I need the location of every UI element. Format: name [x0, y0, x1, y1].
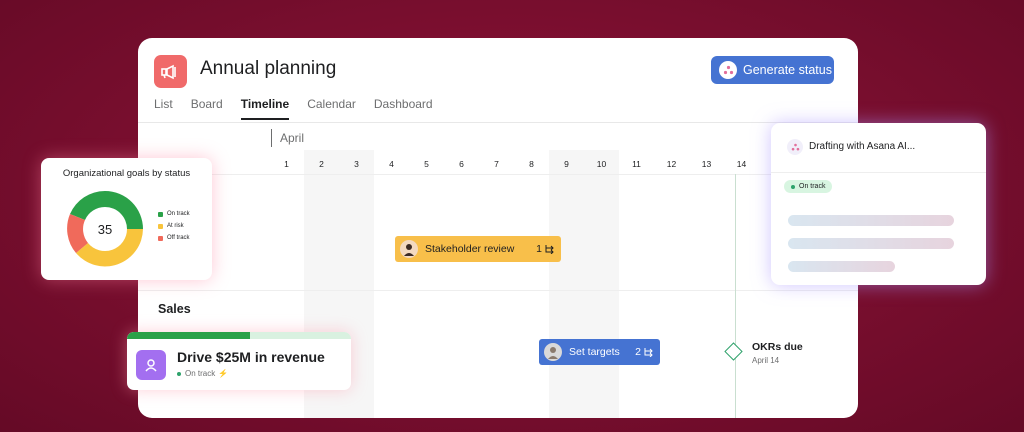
goal-card[interactable]: Drive $25M in revenue On track ⚡: [127, 332, 351, 390]
milestone-date: April 14: [752, 356, 780, 365]
subtask-count: 2: [635, 346, 641, 358]
legend-item: Off track: [158, 235, 190, 241]
sparkle-icon: [719, 61, 737, 79]
grid-header-divider: [138, 174, 858, 175]
subtask-count: 1: [536, 243, 542, 255]
ai-card-title: Drafting with Asana AI...: [809, 141, 916, 152]
day-number: 10: [596, 159, 607, 169]
task-bar-stakeholder-review[interactable]: Stakeholder review 1: [395, 236, 561, 262]
loading-placeholder-line: [788, 261, 895, 272]
day-number: 5: [424, 159, 429, 169]
day-number: 3: [354, 159, 359, 169]
day-number: 9: [564, 159, 569, 169]
day-column-weekend: [549, 150, 584, 418]
legend-item: At risk: [158, 223, 190, 229]
goals-by-status-widget[interactable]: Organizational goals by status 35 On tra…: [41, 158, 212, 280]
goal-status: On track ⚡: [177, 369, 228, 378]
subtask-icon: [545, 245, 554, 254]
loading-placeholder-line: [788, 238, 954, 249]
project-title: Annual planning: [200, 58, 337, 79]
legend-label: At risk: [167, 223, 184, 229]
goals-donut-chart: 35: [67, 190, 143, 267]
milestone-title[interactable]: OKRs due: [752, 341, 803, 353]
avatar: [400, 240, 418, 258]
day-number: 11: [632, 159, 641, 169]
generate-status-label: Generate status: [743, 63, 832, 77]
legend-label: On track: [167, 211, 190, 217]
task-label: Set targets: [569, 346, 620, 358]
lightning-icon: ⚡: [218, 369, 229, 378]
donut-legend: On track At risk Off track: [158, 211, 190, 247]
goal-status-label: On track: [185, 369, 216, 378]
day-number: 14: [736, 159, 747, 169]
day-number: 6: [459, 159, 464, 169]
task-label: Stakeholder review: [425, 243, 515, 255]
section-divider: [138, 290, 858, 291]
timeline-grid[interactable]: 1 2 3 4 5 6 7 8 9 10 11 12 13 14: [269, 150, 858, 418]
view-tabs: List Board Timeline Calendar Dashboard: [154, 97, 433, 120]
tabs-divider: [138, 122, 858, 123]
legend-swatch: [158, 235, 163, 241]
tab-timeline[interactable]: Timeline: [240, 97, 290, 120]
ai-drafting-card[interactable]: Drafting with Asana AI... On track: [771, 123, 986, 285]
task-bar-set-targets[interactable]: Set targets 2: [539, 339, 660, 365]
status-dot-icon: [791, 184, 795, 189]
day-number: 2: [319, 159, 324, 169]
legend-swatch: [158, 223, 163, 229]
legend-swatch: [158, 211, 163, 217]
day-number: 4: [389, 159, 394, 169]
day-number: 7: [494, 159, 499, 169]
goal-title[interactable]: Drive $25M in revenue: [177, 349, 325, 365]
status-dot-icon: [177, 371, 181, 376]
day-number: 12: [666, 159, 677, 169]
goal-progress-bar: [127, 332, 351, 339]
avatar: [544, 343, 562, 361]
person-icon: [136, 350, 166, 380]
generate-status-button[interactable]: Generate status: [711, 56, 834, 84]
section-title-sales[interactable]: Sales: [158, 302, 191, 316]
status-label: On track: [799, 183, 826, 190]
goal-progress-fill: [127, 332, 251, 339]
legend-label: Off track: [167, 235, 190, 241]
today-marker-line: [735, 174, 736, 418]
tab-dashboard[interactable]: Dashboard: [374, 97, 433, 120]
tab-list[interactable]: List: [154, 97, 173, 120]
month-label: April: [271, 129, 304, 147]
tab-calendar[interactable]: Calendar: [307, 97, 356, 120]
day-column-weekend: [584, 150, 619, 418]
ai-card-divider: [771, 172, 986, 173]
subtask-icon: [644, 348, 653, 357]
tab-board[interactable]: Board: [191, 97, 223, 120]
megaphone-icon[interactable]: [154, 55, 187, 88]
donut-center-value: 35: [98, 222, 112, 237]
day-number: 1: [284, 159, 289, 169]
status-badge: On track: [784, 180, 833, 193]
sparkle-icon: [787, 139, 803, 155]
donut-segment-on-track: [70, 190, 105, 220]
day-number: 13: [701, 159, 712, 169]
widget-title: Organizational goals by status: [62, 168, 191, 179]
day-number: 8: [529, 159, 534, 169]
loading-placeholder-line: [788, 215, 954, 226]
legend-item: On track: [158, 211, 190, 217]
